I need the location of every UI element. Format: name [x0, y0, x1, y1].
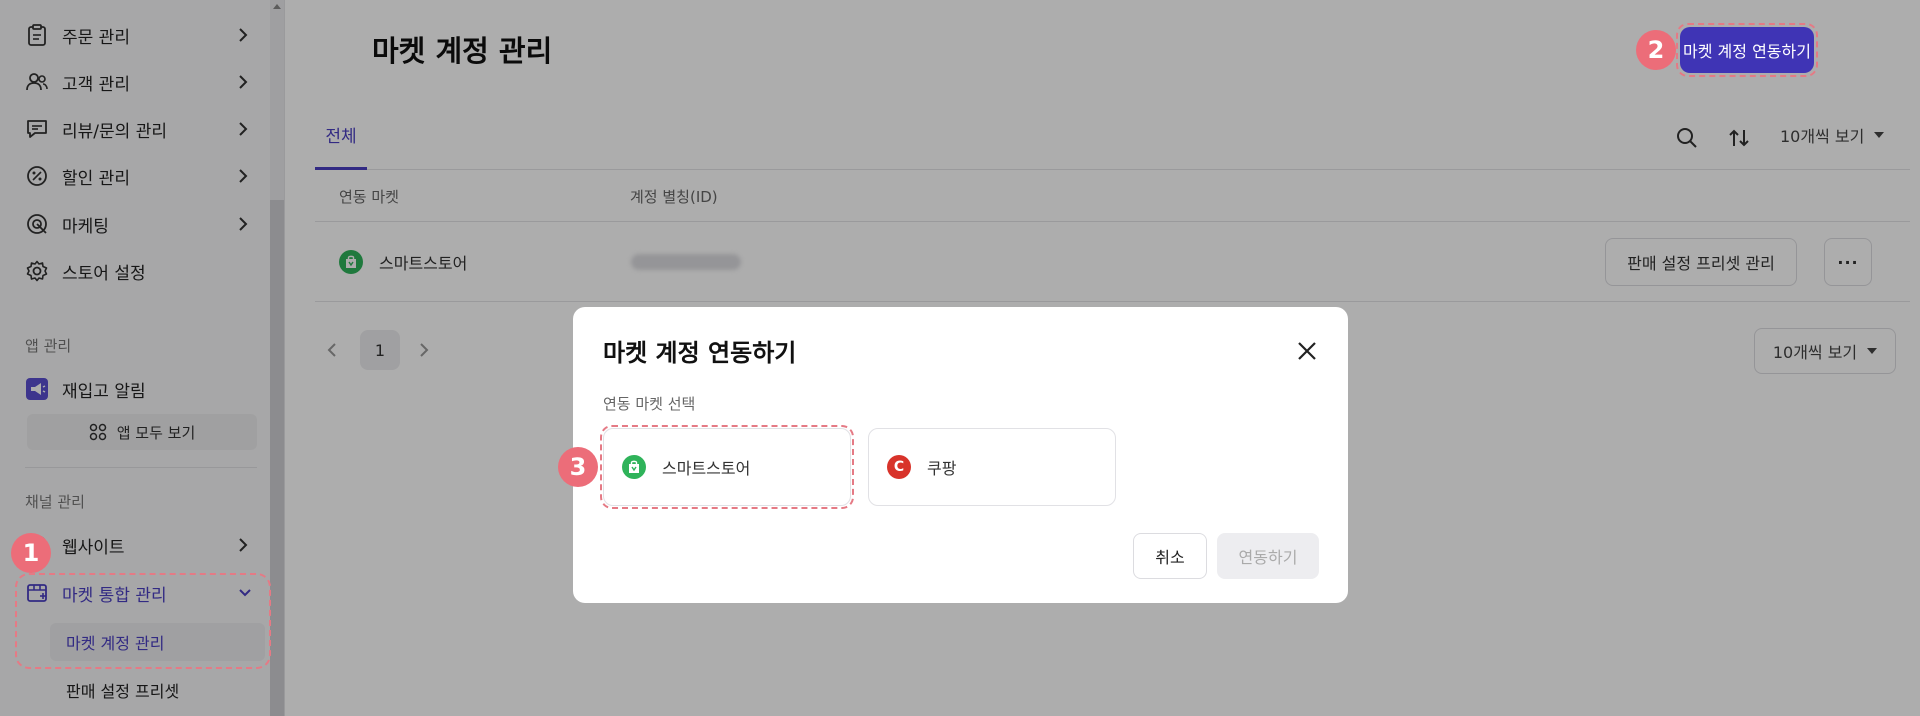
market-select-label: 연동 마켓 선택 — [603, 395, 696, 413]
callout-badge-2: 2 — [1636, 30, 1676, 70]
connect-market-modal: 마켓 계정 연동하기 연동 마켓 선택 스마트스토어 C 쿠팡 취소 연동하기 — [573, 307, 1348, 603]
connect-button-disabled[interactable]: 연동하기 — [1217, 533, 1319, 579]
connect-market-account-button[interactable]: 마켓 계정 연동하기 — [1680, 27, 1814, 73]
modal-title: 마켓 계정 연동하기 — [603, 339, 797, 367]
coupang-logo-icon: C — [887, 455, 911, 479]
cancel-button[interactable]: 취소 — [1133, 533, 1207, 579]
market-option-coupang[interactable]: C 쿠팡 — [868, 428, 1116, 506]
callout-outline-1 — [15, 573, 271, 669]
close-icon[interactable] — [1293, 337, 1321, 365]
callout-outline-3 — [600, 425, 854, 509]
callout-badge-1: 1 — [11, 533, 51, 573]
market-option-label: 쿠팡 — [927, 459, 957, 478]
callout-badge-3: 3 — [558, 447, 598, 487]
